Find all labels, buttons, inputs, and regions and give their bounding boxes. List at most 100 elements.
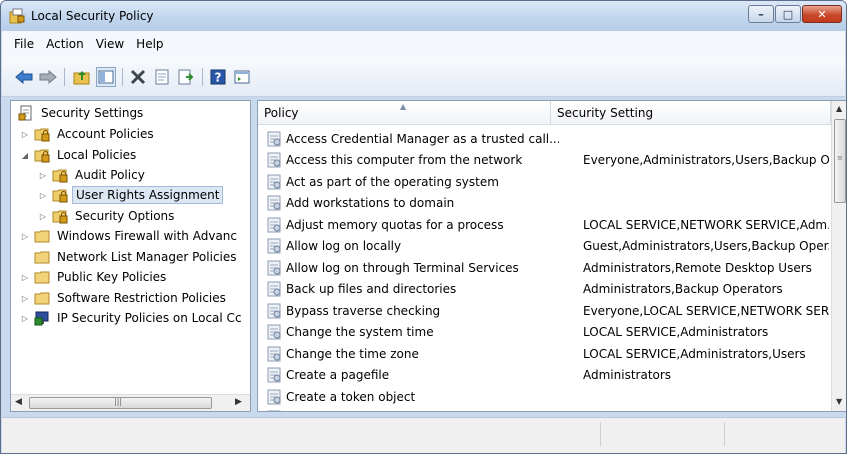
tree-item-account-policies[interactable]: ▷ Account Policies (19, 124, 157, 144)
up-folder-icon (73, 71, 90, 85)
tree-item-label: Local Policies (57, 148, 137, 162)
minimize-icon: – (758, 7, 764, 21)
menu-help[interactable]: Help (130, 37, 169, 51)
policy-name: Bypass traverse checking (286, 303, 441, 318)
tree-item-network-list-manager-policies[interactable]: Network List Manager Policies (19, 247, 240, 267)
policy-icon (258, 410, 286, 411)
policy-icon (258, 324, 286, 340)
minimize-button[interactable]: – (748, 5, 774, 23)
expand-arrow-icon[interactable]: ▷ (19, 294, 31, 303)
table-row[interactable]: Allow log on through Terminal Services Ad… (258, 257, 831, 278)
security-setting-value: Administrators,Backup Operators (583, 282, 783, 296)
help-button[interactable]: ? (208, 67, 228, 87)
tree-horizontal-scrollbar[interactable]: ◀ ||| ▶ (11, 394, 250, 411)
expand-arrow-icon[interactable]: ▷ (37, 191, 49, 200)
table-row[interactable]: Allow log on locally Guest,Administrators… (258, 236, 831, 257)
folder-lock-icon (49, 208, 72, 224)
tree-item-windows-firewall-with-advanc[interactable]: ▷ Windows Firewall with Advanc (19, 226, 240, 246)
tree-item-local-policies[interactable]: ◢ Local Policies (19, 145, 139, 165)
scroll-up-arrow-icon[interactable]: ▲ (836, 104, 842, 113)
policy-icon (258, 389, 286, 405)
expand-arrow-icon[interactable]: ▷ (19, 314, 31, 323)
scroll-left-arrow-icon[interactable]: ◀ (15, 397, 22, 407)
tree-item-label: Audit Policy (75, 168, 145, 182)
tree-item-software-restriction-policies[interactable]: ▷ Software Restriction Policies (19, 288, 229, 308)
expand-arrow-icon[interactable]: ▷ (37, 171, 49, 180)
policy-icon (258, 217, 286, 233)
list-header: Policy ▲ Security Setting (258, 101, 831, 125)
policy-name: Change the time zone (286, 346, 419, 361)
table-row[interactable]: Act as part of the operating system (258, 171, 831, 192)
collapse-arrow-icon[interactable]: ◢ (19, 151, 31, 160)
security-setting-value: LOCAL SERVICE,Administrators,Users (583, 346, 806, 361)
security-setting-value: LOCAL SERVICE,NETWORK SERVICE,Adm... (583, 217, 829, 232)
folder-icon (31, 269, 54, 285)
menu-file[interactable]: File (8, 37, 40, 51)
scroll-down-arrow-icon[interactable]: ▼ (836, 397, 842, 406)
column-policy[interactable]: Policy ▲ (258, 101, 551, 125)
expand-arrow-icon[interactable]: ▷ (19, 130, 31, 139)
scroll-grip-icon: ≡ (837, 154, 843, 162)
table-row[interactable]: Access this computer from the network Eve… (258, 150, 831, 171)
tree-item-audit-policy[interactable]: ▷ Audit Policy (37, 165, 148, 185)
title-bar[interactable]: Local Security Policy – □ ✕ (1, 1, 846, 31)
console-tree-button[interactable] (232, 67, 252, 87)
properties-button[interactable] (152, 67, 172, 87)
policy-name: Create a pagefile (286, 368, 390, 382)
tree-item-ip-security-policies-on-local-cc[interactable]: ▷ IP Security Policies on Local Cc (19, 308, 245, 328)
scroll-right-arrow-icon[interactable]: ▶ (235, 397, 242, 407)
menu-view[interactable]: View (90, 37, 130, 51)
table-row[interactable]: Create global objectsLOCAL SERVICE,NETWO… (258, 408, 831, 411)
tree-item-label: Network List Manager Policies (57, 250, 237, 264)
security-setting-value: LOCAL SERVICE,Administrators (583, 325, 769, 339)
show-hide-tree-button[interactable] (96, 67, 116, 87)
tree-item-security-options[interactable]: ▷ Security Options (37, 206, 177, 226)
table-row[interactable]: Add workstations to domain (258, 193, 831, 214)
console-tree-icon (234, 70, 250, 84)
policy-name: Access Credential Manager as a trusted c… (286, 131, 559, 146)
forward-button[interactable] (38, 67, 58, 87)
scroll-thumb[interactable]: ||| (29, 397, 212, 409)
status-bar (2, 417, 845, 453)
export-list-button[interactable] (176, 67, 196, 87)
close-button[interactable]: ✕ (802, 5, 842, 23)
back-arrow-icon (15, 70, 33, 84)
policy-icon (258, 174, 286, 190)
menu-action[interactable]: Action (40, 37, 90, 51)
toolbar-separator (64, 68, 65, 86)
properties-icon (155, 69, 169, 85)
expand-arrow-icon[interactable]: ▷ (37, 212, 49, 221)
column-security-setting[interactable]: Security Setting (551, 101, 831, 125)
column-policy-label: Policy (264, 106, 299, 120)
security-settings-icon (15, 105, 38, 121)
tree-item-security-settings[interactable]: Security Settings (15, 103, 146, 123)
table-row[interactable]: Access Credential Manager as a trusted c… (258, 128, 831, 149)
delete-button[interactable] (128, 67, 148, 87)
forward-arrow-icon (39, 70, 57, 84)
tree-item-label: Windows Firewall with Advanc (57, 229, 237, 243)
scroll-thumb[interactable]: ≡ (834, 119, 846, 203)
table-row[interactable]: Change the system time LOCAL SERVICE,Admi… (258, 322, 831, 343)
security-policy-icon (9, 8, 25, 24)
table-row[interactable]: Bypass traverse checking Everyone,LOCAL S… (258, 300, 831, 321)
policy-icon (258, 238, 286, 254)
policy-name: Allow log on locally (286, 239, 402, 253)
up-one-level-button[interactable] (72, 67, 92, 87)
expand-arrow-icon[interactable]: ▷ (19, 232, 31, 241)
expand-arrow-icon[interactable]: ▷ (19, 273, 31, 282)
security-setting-value: Everyone,LOCAL SERVICE,NETWORK SER... (583, 303, 829, 318)
policy-name: Adjust memory quotas for a process (286, 217, 504, 232)
back-button[interactable] (14, 67, 34, 87)
tree-item-label: Security Options (75, 209, 175, 223)
list-vertical-scrollbar[interactable]: ▲ ≡ ▼ (831, 101, 846, 411)
table-row[interactable]: Create a token object (258, 386, 831, 407)
table-row[interactable]: Create a pagefile Administrators (258, 365, 831, 386)
table-row[interactable]: Adjust memory quotas for a process LOCAL … (258, 214, 831, 235)
sort-ascending-icon: ▲ (400, 102, 407, 111)
tree-item-public-key-policies[interactable]: ▷ Public Key Policies (19, 267, 169, 287)
maximize-button[interactable]: □ (775, 5, 801, 23)
table-row[interactable]: Change the time zone LOCAL SERVICE,Admini… (258, 343, 831, 364)
table-row[interactable]: Back up files and directories Administrat… (258, 279, 831, 300)
policy-icon (258, 131, 286, 147)
tree-item-user-rights-assignment[interactable]: ▷ User Rights Assignment (37, 185, 224, 205)
